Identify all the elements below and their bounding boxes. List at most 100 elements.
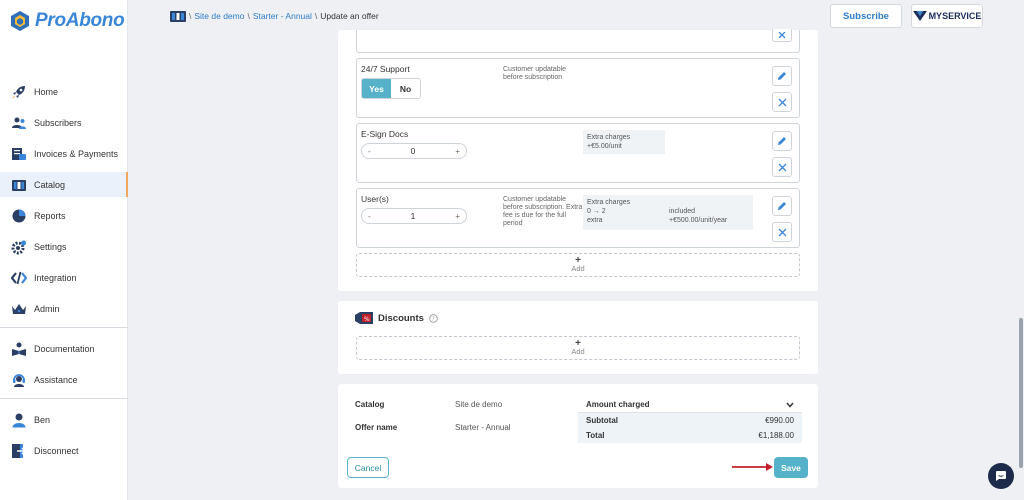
sidebar-item-label: Documentation [34,343,95,354]
feature-name: 24/7 Support [361,64,410,74]
sidebar-item-invoices[interactable]: Invoices & Payments [0,141,128,166]
close-icon [778,163,786,171]
extra-charges-box: Extra charges +€5.00/unit [583,130,665,154]
myservice-label: MYSERVICE [928,11,982,21]
pencil-icon [778,202,786,210]
svg-text:?: ? [432,316,435,322]
stepper-plus-button[interactable]: + [455,147,460,156]
pie-chart-icon [10,207,28,225]
breadcrumb: \ Site de demo \ Starter - Annual \ Upda… [170,10,379,22]
delete-feature-button[interactable] [772,222,792,242]
sidebar-item-label: Subscribers [34,117,82,128]
add-discount-button[interactable]: + Add [356,336,800,360]
myservice-logo-icon [912,11,927,21]
amount-charged-box: Amount charged Subtotal €990.00 Total €1… [578,397,802,443]
sidebar-item-home[interactable]: Home [0,79,128,104]
subtotal-value: €990.00 [765,416,794,425]
support-no-option[interactable]: No [391,79,420,98]
total-label: Total [586,431,605,440]
add-label: Add [571,264,585,273]
feature-users: User(s) - 1 + Customer updatable before … [356,188,800,248]
rocket-icon [10,83,28,101]
stepper-value[interactable]: 0 [411,146,416,156]
support-yes-option[interactable]: Yes [362,79,391,98]
extra-charges-title: Extra charges [587,199,631,206]
sidebar-item-label: Catalog [34,179,66,190]
delete-feature-button[interactable] [772,92,792,112]
feature-note: Customer updatable before subscription [503,66,567,81]
breadcrumb-separator: \ [189,11,192,21]
delete-feature-button[interactable] [772,29,792,42]
catalog-icon [170,11,186,22]
offer-name-value: Starter - Annual [455,423,511,432]
tier-range: extra [587,217,603,224]
sidebar-item-settings[interactable]: Settings [0,234,128,259]
sidebar-item-label: Ben [34,414,51,425]
stepper-value[interactable]: 1 [411,211,416,221]
offer-name-label: Offer name [355,423,398,432]
stepper-minus-button[interactable]: - [368,147,371,156]
sidebar-divider [0,398,128,399]
catalog-label: Catalog [355,400,385,409]
discounts-header: % Discounts ? [355,312,438,324]
breadcrumb-offer-link[interactable]: Starter - Annual [253,11,312,21]
edit-feature-button[interactable] [772,131,792,151]
breadcrumb-separator: \ [247,11,250,21]
sidebar-item-label: Invoices & Payments [34,148,119,159]
sidebar-item-admin[interactable]: Admin [0,296,128,321]
chevron-down-icon [786,402,794,408]
cancel-button[interactable]: Cancel [347,457,389,478]
esign-quantity-stepper: - 0 + [361,143,467,159]
book-icon [10,340,28,358]
add-feature-button[interactable]: + Add [356,253,800,277]
charges-tier-row: 0 → 2 included [587,207,749,216]
pencil-icon [778,72,786,80]
brand-logo[interactable]: ProAbono [10,10,125,32]
sidebar-item-integration[interactable]: Integration [0,265,128,290]
scrollbar-thumb[interactable] [1019,318,1023,468]
svg-text:%: % [364,316,370,323]
catalog-icon [10,176,28,194]
breadcrumb-current: Update an offer [320,11,379,21]
feature-name: E-Sign Docs [361,129,409,139]
sidebar-item-catalog[interactable]: Catalog [0,172,128,197]
total-value: €1,188.00 [758,431,794,440]
edit-feature-button[interactable] [772,66,792,86]
sidebar-item-reports[interactable]: Reports [0,203,128,228]
sidebar: ProAbono Home Subscribers Invoices & Pay… [0,0,128,500]
subtotal-row: Subtotal €990.00 [578,413,802,428]
sidebar-item-disconnect[interactable]: Disconnect [0,438,128,463]
sidebar-item-label: Settings [34,241,67,252]
chat-icon [996,471,1006,481]
catalog-value: Site de demo [455,400,503,409]
invoices-icon [10,145,28,163]
sidebar-item-label: Home [34,86,59,97]
feature-row-partial [356,29,800,53]
breadcrumb-site-link[interactable]: Site de demo [194,11,244,21]
gear-icon [10,238,28,256]
pencil-icon [778,137,786,145]
sidebar-item-user[interactable]: Ben [0,407,128,432]
amount-charged-toggle[interactable]: Amount charged [578,397,802,413]
stepper-minus-button[interactable]: - [368,212,371,221]
discounts-title: Discounts [378,312,424,324]
proabono-logo-icon [11,11,29,31]
tier-range: 0 → 2 [587,208,606,215]
delete-feature-button[interactable] [772,157,792,177]
sidebar-item-documentation[interactable]: Documentation [0,336,128,361]
myservice-logo[interactable]: MYSERVICE [911,4,983,28]
edit-feature-button[interactable] [772,196,792,216]
stepper-plus-button[interactable]: + [455,212,460,221]
headset-icon [10,371,28,389]
users-icon [10,114,28,132]
subscribe-button[interactable]: Subscribe [830,4,902,28]
sidebar-item-subscribers[interactable]: Subscribers [0,110,128,135]
breadcrumb-separator: \ [314,11,318,21]
save-button[interactable]: Save [774,457,808,478]
sidebar-item-assistance[interactable]: Assistance [0,367,128,392]
brand-name: ProAbono [35,10,125,31]
sidebar-item-label: Admin [34,303,60,314]
help-icon[interactable]: ? [429,313,438,323]
annotation-arrow [732,463,773,471]
chat-widget-button[interactable] [988,463,1014,489]
